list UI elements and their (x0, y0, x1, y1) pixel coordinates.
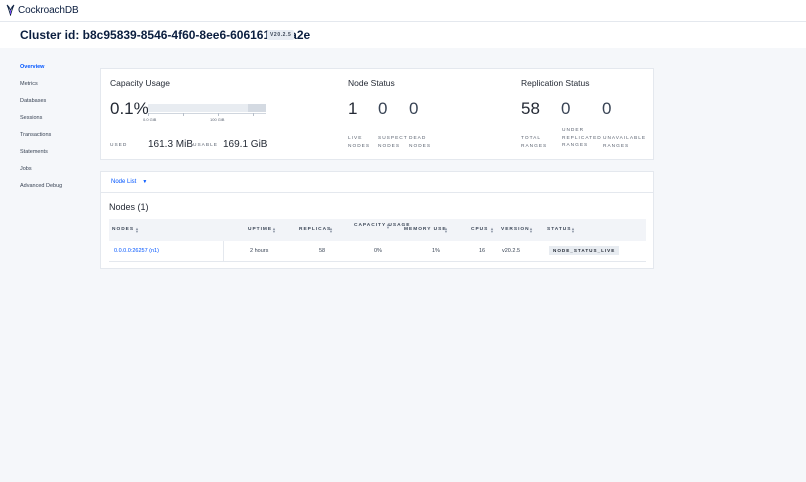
brand-name: CockroachDB (18, 4, 79, 16)
sort-icon[interactable]: ▲ ▼ (444, 227, 448, 234)
live-nodes-label: LIVE NODES (348, 136, 371, 149)
node-status-title: Node Status (348, 78, 395, 88)
sidebar-item-sessions[interactable]: Sessions (20, 115, 42, 121)
dead-nodes-count: 0 (409, 99, 419, 118)
table-row: 0.0.0.0:26257 (n1) 2 hours 58 0% 1% 16 v… (109, 241, 646, 262)
sidebar-item-jobs[interactable]: Jobs (20, 166, 32, 172)
column-divider (223, 241, 224, 262)
unavailable-ranges-count: 0 (602, 99, 612, 118)
page-header: Cluster id: b8c95839-8546-4f60-8ee6-6061… (0, 22, 806, 48)
sort-icon[interactable]: ▲ ▼ (529, 227, 533, 234)
status-badge: NODE_STATUS_LIVE (549, 246, 620, 255)
usable-value: 169.1 GiB (223, 139, 268, 150)
unavailable-ranges-label: UNAVAILABLE RANGES (603, 136, 647, 149)
sort-icon[interactable]: ▲ ▼ (329, 227, 333, 234)
total-ranges-label: TOTAL RANGES (521, 136, 548, 149)
suspect-nodes-count: 0 (378, 99, 388, 118)
sort-icon[interactable]: ▲ ▼ (386, 223, 390, 230)
sidebar-item-databases[interactable]: Databases (20, 98, 46, 104)
total-ranges-count: 58 (521, 99, 540, 118)
cockroach-logo-icon (6, 4, 15, 16)
capacity-scale-min: 0.0 GiB (143, 117, 157, 122)
node-address-link[interactable]: 0.0.0.0:26257 (n1) (114, 248, 159, 254)
column-header-memory-use[interactable]: MEMORY USE (404, 227, 447, 233)
dead-nodes-label: DEAD NODES (409, 136, 432, 149)
used-value: 161.3 MiB (148, 139, 194, 150)
capacity-scale-line (148, 113, 266, 114)
node-capacity-usage: 0% (374, 248, 382, 254)
live-nodes-count: 1 (348, 99, 358, 118)
node-uptime: 2 hours (250, 248, 269, 254)
under-replicated-label: UNDER REPLICATED RANGES (562, 128, 602, 148)
under-replicated-count: 0 (561, 99, 571, 118)
suspect-nodes-label: SUSPECT NODES (378, 136, 408, 149)
node-replicas: 58 (319, 248, 326, 254)
column-header-cpus[interactable]: CPUS (471, 227, 488, 233)
capacity-usage-bar-fill (248, 104, 266, 112)
node-list-dropdown-label: Node List (111, 179, 137, 185)
sort-icon[interactable]: ▲ ▼ (571, 227, 575, 234)
column-header-uptime[interactable]: UPTIME (248, 227, 272, 233)
capacity-percent: 0.1% (110, 99, 149, 118)
replication-status-title: Replication Status (521, 78, 590, 88)
scale-tick (183, 113, 184, 116)
sort-icon[interactable]: ▲ ▼ (490, 227, 494, 234)
column-header-status[interactable]: STATUS (547, 227, 571, 233)
node-memory-use: 1% (432, 248, 440, 254)
used-label: USED (110, 143, 128, 148)
usable-label: USABLE (193, 143, 218, 148)
sidebar-item-advanced-debug[interactable]: Advanced Debug (20, 183, 62, 189)
sidebar-item-transactions[interactable]: Transactions (20, 132, 51, 138)
nodes-table-header: NODES ▲ ▼ UPTIME ▲ ▼ REPLICAS ▲ ▼ CAPACITY … (109, 219, 646, 241)
nodes-heading: Nodes (1) (109, 202, 149, 212)
node-version: v20.2.5 (502, 248, 521, 254)
chevron-down-icon: ▼ (142, 179, 148, 185)
node-list-card: Node List ▼ Nodes (1) NODES ▲ ▼ UPTIME ▲ ▼… (100, 171, 654, 269)
sort-icon[interactable]: ▲ ▼ (135, 227, 139, 234)
column-header-capacity-usage[interactable]: CAPACITY USAGE (354, 223, 409, 229)
sidebar-item-statements[interactable]: Statements (20, 149, 48, 155)
node-cpus: 16 (479, 248, 486, 254)
capacity-usage-bar (148, 104, 266, 112)
capacity-scale-max: 100 GiB (210, 117, 225, 122)
node-list-dropdown[interactable]: Node List ▼ (111, 179, 147, 185)
scale-tick (218, 113, 219, 116)
version-badge: V20.2.5 (267, 30, 295, 40)
scale-tick (148, 113, 149, 116)
sidebar-item-overview[interactable]: Overview (20, 64, 44, 70)
column-header-version[interactable]: VERSION (501, 227, 530, 233)
sort-icon[interactable]: ▲ ▼ (272, 227, 276, 234)
top-bar: CockroachDB (0, 0, 806, 22)
scale-tick (253, 113, 254, 116)
capacity-usage-title: Capacity Usage (110, 78, 171, 88)
sidebar-item-metrics[interactable]: Metrics (20, 81, 38, 87)
column-header-nodes[interactable]: NODES (112, 227, 134, 233)
divider (101, 192, 653, 193)
column-header-replicas[interactable]: REPLICAS (299, 227, 331, 233)
cockroachdb-logo[interactable]: CockroachDB (6, 4, 79, 16)
